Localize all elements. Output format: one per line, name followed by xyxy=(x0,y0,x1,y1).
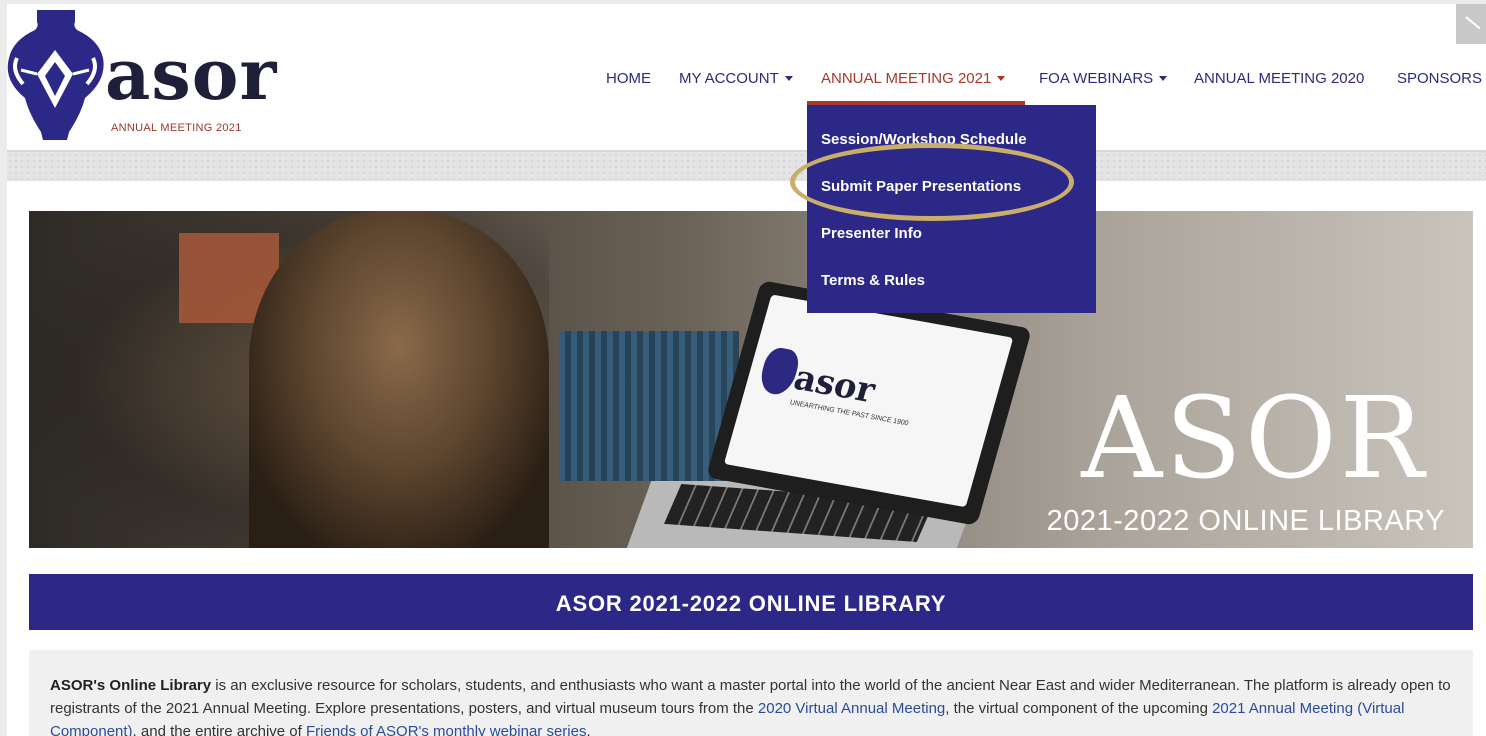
nav-annual-meeting-2020-label: ANNUAL MEETING 2020 xyxy=(1194,70,1365,87)
menu-item-terms-rules[interactable]: Terms & Rules xyxy=(821,272,925,289)
nav-annual-meeting-2020[interactable]: ANNUAL MEETING 2020 xyxy=(1194,70,1364,87)
nav-foa-webinars-label: FOA WEBINARS xyxy=(1039,70,1154,87)
nav-sponsors[interactable]: SPONSORS xyxy=(1397,70,1482,87)
hero-image: asor UNEARTHING THE PAST SINCE 1900 ASOR… xyxy=(29,211,1473,548)
intro-text-3: , and the entire archive of xyxy=(132,723,306,736)
intro-strong: ASOR's Online Library xyxy=(50,677,212,694)
nav-foa-webinars[interactable]: FOA WEBINARS xyxy=(1039,70,1168,87)
intro-text-2: , the virtual component of the upcoming xyxy=(945,700,1213,717)
site-header: asor ANNUAL MEETING 2021 HOME MY ACCOUNT… xyxy=(7,4,1486,150)
corner-toggle-button[interactable] xyxy=(1456,4,1486,44)
intro-paragraph: ASOR's Online Library is an exclusive re… xyxy=(50,674,1460,736)
nav-my-account[interactable]: MY ACCOUNT xyxy=(679,70,793,87)
header-pattern-band xyxy=(7,150,1486,181)
nav-home-label: HOME xyxy=(606,70,651,87)
caret-down-icon xyxy=(1159,75,1168,81)
nav-my-account-label: MY ACCOUNT xyxy=(679,70,779,87)
caret-down-icon xyxy=(784,75,793,81)
section-banner-title: ASOR 2021-2022 ONLINE LIBRARY xyxy=(555,591,947,616)
hero-subtitle: 2021-2022 ONLINE LIBRARY xyxy=(1046,505,1445,537)
nav-annual-meeting-2021[interactable]: ANNUAL MEETING 2021 xyxy=(821,70,1006,87)
link-2020-virtual-meeting[interactable]: 2020 Virtual Annual Meeting xyxy=(758,700,945,717)
caret-down-icon xyxy=(997,75,1006,81)
main-nav: HOME MY ACCOUNT ANNUAL MEETING 2021 FOA … xyxy=(7,70,1486,94)
section-banner: ASOR 2021-2022 ONLINE LIBRARY xyxy=(29,574,1473,630)
logo-subtitle: ANNUAL MEETING 2021 xyxy=(111,122,242,134)
hero-person xyxy=(249,211,549,548)
hero-laptop-screen: asor UNEARTHING THE PAST SINCE 1900 xyxy=(723,294,1014,508)
highlight-annotation-ring xyxy=(790,143,1074,221)
nav-sponsors-label: SPONSORS xyxy=(1397,70,1483,87)
diagonal-line-icon xyxy=(1465,16,1481,30)
intro-text-4: . xyxy=(586,723,591,736)
nav-annual-meeting-2021-label: ANNUAL MEETING 2021 xyxy=(821,70,992,87)
hero-title: ASOR xyxy=(1081,374,1427,504)
link-foa-webinar-series[interactable]: Friends of ASOR's monthly webinar series xyxy=(306,723,586,736)
menu-item-presenter-info[interactable]: Presenter Info xyxy=(821,225,922,242)
nav-home[interactable]: HOME xyxy=(606,70,651,87)
page: asor ANNUAL MEETING 2021 HOME MY ACCOUNT… xyxy=(7,4,1486,736)
intro-panel: ASOR's Online Library is an exclusive re… xyxy=(29,650,1473,736)
